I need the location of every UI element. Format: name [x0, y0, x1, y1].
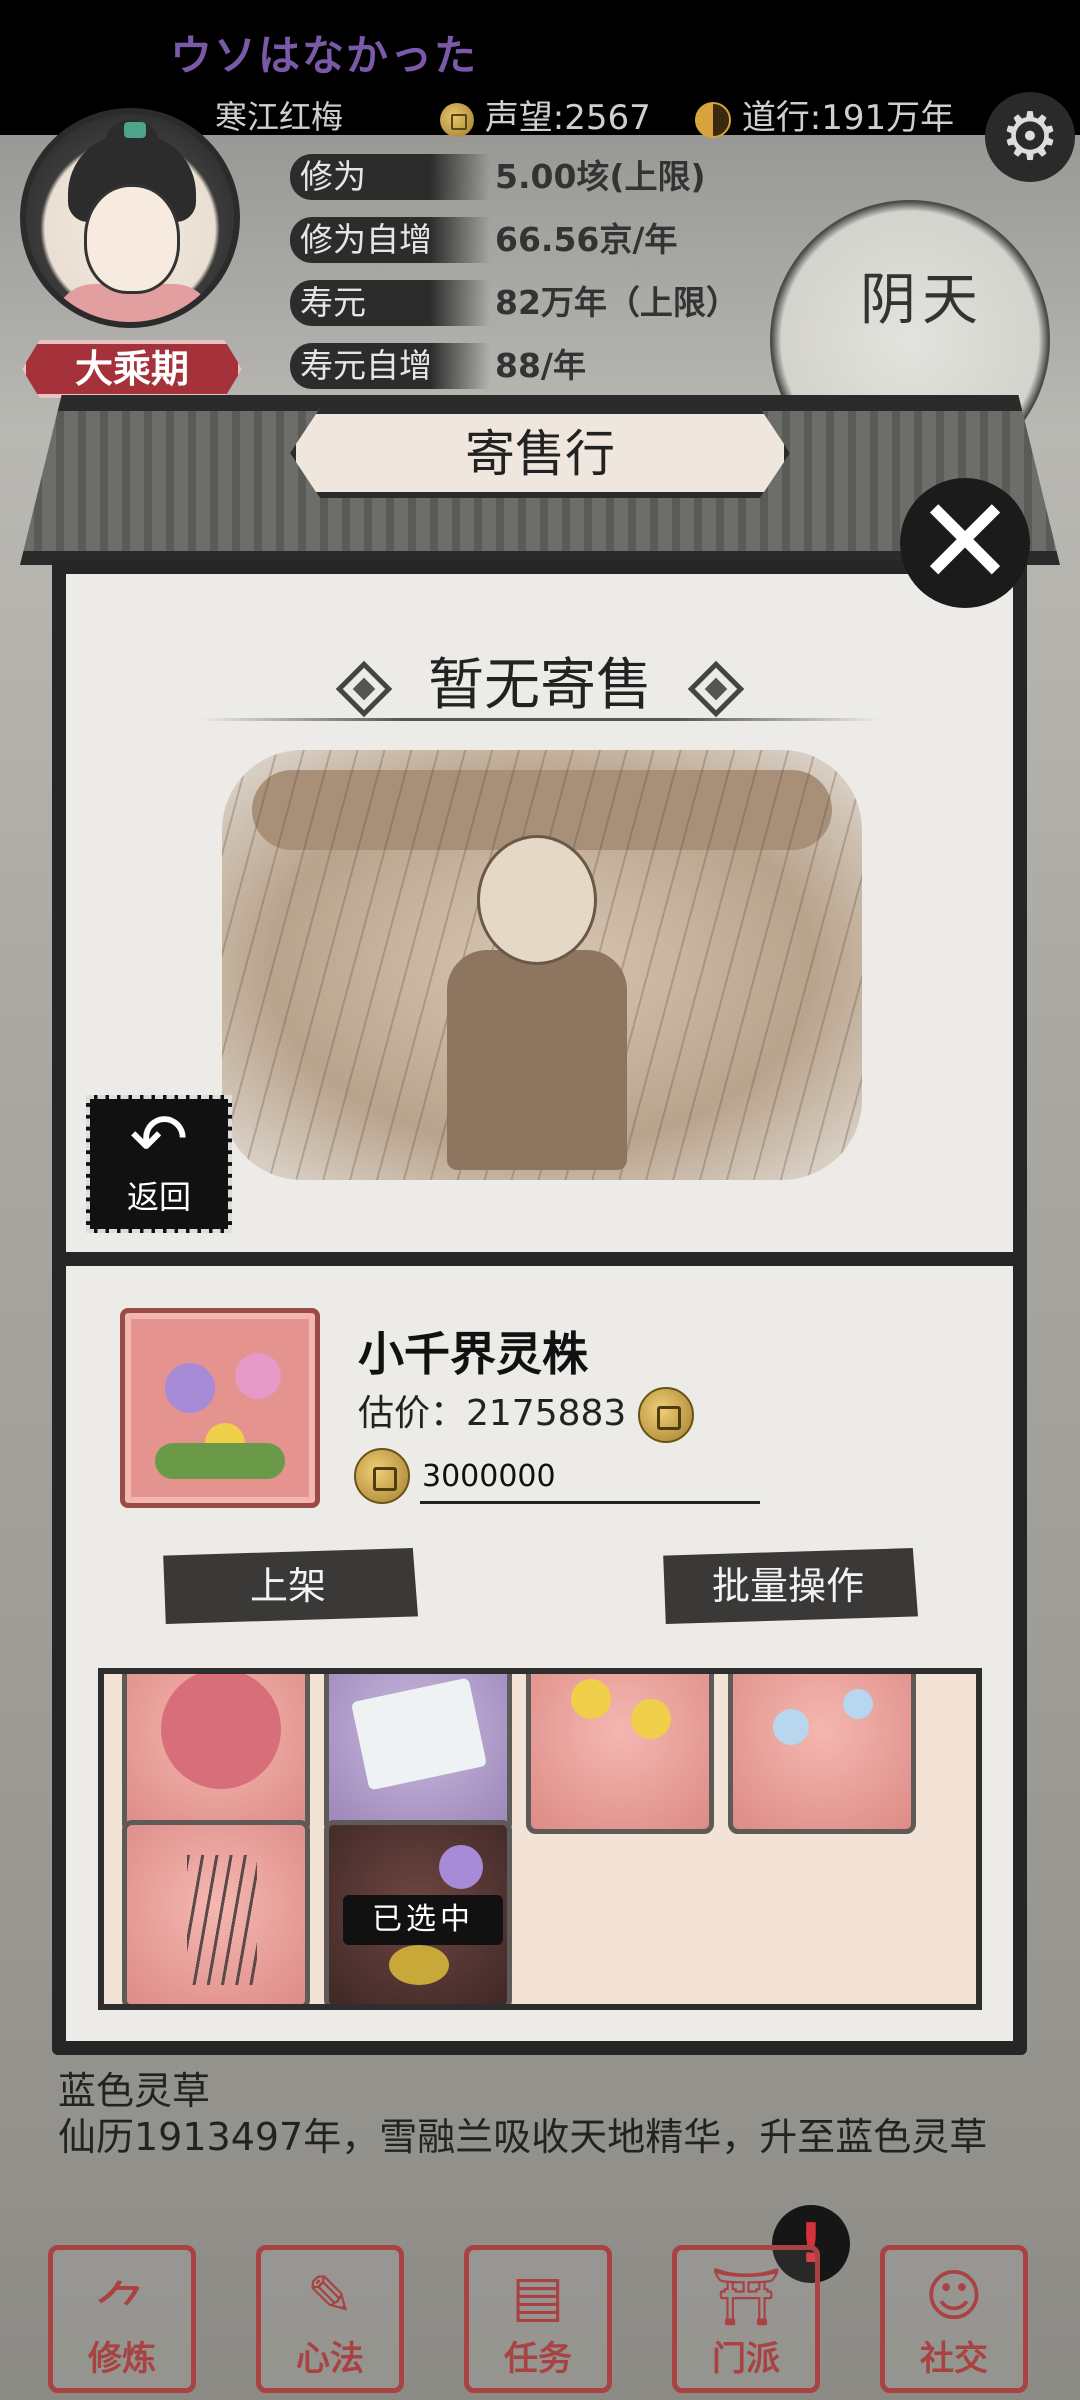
inventory-slot[interactable]: [122, 1820, 310, 2004]
scroll-icon: ✎: [306, 2264, 354, 2329]
attr-value: 88/年: [495, 346, 586, 385]
log-line: 仙历1913497年，雪融兰吸收天地精华，升至蓝色灵草: [58, 2115, 988, 2159]
nav-label: 任务: [504, 2339, 572, 2379]
reputation-icon: [440, 102, 474, 137]
social-icon: ☺: [924, 2264, 984, 2329]
attr-row-lifespan-rate: 寿元自增 88/年: [290, 339, 810, 393]
nav-sect[interactable]: ⛩ 门派: [672, 2245, 820, 2393]
player-avatar[interactable]: [20, 108, 240, 328]
listing-price-input[interactable]: [420, 1452, 760, 1504]
empty-title: 暂无寄售: [0, 640, 1080, 721]
nav-cultivate[interactable]: ⺈ 修炼: [48, 2245, 196, 2393]
close-icon[interactable]: ✕: [900, 478, 1030, 608]
item-estimate-text: 估价：2175883: [358, 1393, 627, 1434]
settings-gear-icon[interactable]: ⚙: [985, 92, 1075, 182]
attr-value: 5.00垓(上限): [495, 157, 706, 196]
sect-icon: ⛩: [710, 2265, 782, 2330]
realm-badge: 大乘期: [22, 340, 242, 398]
item-estimate: 估价：2175883: [358, 1384, 694, 1443]
selected-tag: 已选中: [343, 1895, 503, 1945]
inventory-slot[interactable]: [122, 1674, 310, 1834]
attr-row-lifespan: 寿元 82万年（上限）: [290, 276, 810, 330]
back-button[interactable]: ↶ 返回: [86, 1095, 232, 1233]
inventory-slot-selected[interactable]: 已选中: [324, 1820, 512, 2004]
selected-item-thumbnail: [120, 1308, 320, 1508]
ornament-right-icon: [687, 660, 745, 718]
attr-value: 66.56京/年: [495, 220, 678, 259]
attr-label: 寿元: [290, 280, 490, 326]
attr-row-cultivation: 修为 5.00垓(上限): [290, 150, 810, 204]
dao-text: 道行:191万年: [741, 98, 955, 138]
panel-divider: [52, 1252, 1027, 1266]
quest-icon: ▤: [511, 2264, 565, 2329]
player-name: 寒江红梅: [215, 98, 344, 136]
inventory-slot[interactable]: [728, 1674, 916, 1834]
reputation-text: 声望:2567: [484, 98, 651, 138]
announcement-marquee: ウソはなかった: [170, 31, 479, 80]
attr-label: 修为自增: [290, 217, 490, 263]
nav-label: 社交: [920, 2339, 988, 2379]
back-arrow-icon: ↶: [129, 1098, 189, 1180]
back-label: 返回: [126, 1178, 191, 1216]
nav-quest[interactable]: ▤ 任务: [464, 2245, 612, 2393]
ornament-left-icon: [335, 660, 393, 718]
inventory-slot[interactable]: [324, 1674, 512, 1834]
nav-social[interactable]: ☺ 社交: [880, 2245, 1028, 2393]
coin-icon: [354, 1448, 410, 1504]
reputation-stat: 声望:2567: [440, 90, 651, 139]
inventory-grid: 已选中: [98, 1668, 982, 2010]
inventory-slot[interactable]: [526, 1674, 714, 1834]
dao-stat: 道行:191万年: [695, 90, 954, 139]
coin-icon: [637, 1387, 694, 1443]
shop-title: 寄售行: [290, 408, 790, 498]
batch-operation-button[interactable]: 批量操作: [663, 1548, 918, 1624]
event-log: 蓝色灵草 仙历1913497年，雪融兰吸收天地精华，升至蓝色灵草: [30, 2060, 1050, 2230]
nav-label: 门派: [712, 2339, 780, 2379]
attr-label: 修为: [290, 154, 490, 200]
nav-label: 心法: [296, 2339, 364, 2379]
taiji-icon: [695, 101, 731, 138]
title-divider: [200, 718, 880, 721]
attr-label: 寿元自增: [290, 343, 490, 389]
log-line: 蓝色灵草: [58, 2069, 211, 2113]
list-item-button[interactable]: 上架: [163, 1548, 418, 1624]
nav-technique[interactable]: ✎ 心法: [256, 2245, 404, 2393]
nav-label: 修炼: [88, 2339, 156, 2379]
empty-title-text: 暂无寄售: [428, 653, 652, 718]
attr-value: 82万年（上限）: [495, 283, 739, 322]
item-name: 小千界灵株: [358, 1327, 588, 1381]
weather-text: 阴天: [860, 268, 984, 333]
empty-illustration: [222, 750, 862, 1180]
attr-row-cultivation-rate: 修为自增 66.56京/年: [290, 213, 810, 267]
